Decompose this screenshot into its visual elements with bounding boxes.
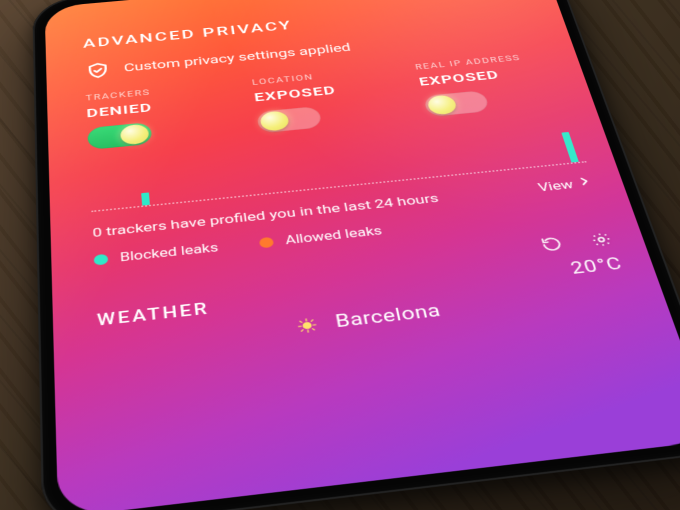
legend-dot-orange [259, 236, 274, 248]
toggle-trackers-label: TRACKERS [85, 81, 225, 103]
toggle-location-value: EXPOSED [253, 77, 394, 104]
privacy-card-title: ADVANCED PRIVACY [83, 0, 534, 51]
chart-bar [562, 132, 579, 163]
view-link[interactable]: View [536, 174, 596, 195]
shield-check-icon [84, 60, 112, 80]
legend-item-allowed: Allowed leaks [259, 224, 383, 250]
toggle-knob [426, 94, 458, 115]
view-link-label: View [536, 177, 575, 194]
toggle-location-label: LOCATION [251, 66, 389, 87]
weather-city: Barcelona [334, 301, 443, 332]
privacy-subtitle-row: Custom privacy settings applied [84, 21, 544, 80]
weather-temp: 20°C [568, 254, 624, 278]
toggle-location[interactable] [257, 106, 323, 133]
chart-baseline [91, 161, 586, 212]
legend-dot-teal [94, 253, 109, 265]
toggle-knob [120, 124, 150, 146]
widget-settings-gear-icon[interactable] [587, 230, 616, 250]
toggle-knob [260, 110, 291, 132]
toggle-realip[interactable] [423, 90, 490, 117]
phone-frame: ADVANCED PRIVACY Custom privacy settings… [32, 0, 680, 510]
trackers-chart [89, 120, 588, 218]
toggle-trackers-col: TRACKERS DENIED [85, 81, 232, 150]
toggle-realip-value: EXPOSED [417, 62, 556, 88]
statusbar [81, 0, 528, 34]
legend-allowed-label: Allowed leaks [284, 224, 383, 248]
privacy-subtitle: Custom privacy settings applied [123, 41, 351, 74]
sun-icon [295, 317, 318, 335]
phone-bezel: ADVANCED PRIVACY Custom privacy settings… [45, 0, 680, 510]
legend-item-blocked: Blocked leaks [94, 240, 219, 267]
privacy-toggle-row: TRACKERS DENIED LOCATION EXPOSED REAL IP… [85, 51, 566, 150]
toggle-trackers[interactable] [87, 122, 152, 150]
reload-icon[interactable] [539, 235, 568, 255]
home-screen: ADVANCED PRIVACY Custom privacy settings… [45, 0, 680, 510]
toggle-trackers-value: DENIED [86, 93, 228, 121]
legend-blocked-label: Blocked leaks [120, 240, 219, 264]
chart-bar [141, 192, 150, 205]
trackers-stat-text: 0 trackers have profiled you in the last… [92, 191, 440, 240]
toggle-realip-label: REAL IP ADDRESS [414, 51, 551, 72]
weather-title: WEATHER [96, 299, 210, 330]
chevron-right-icon [574, 174, 596, 191]
trackers-stat-row: 0 trackers have profiled you in the last… [92, 174, 596, 241]
toggle-location-col: LOCATION EXPOSED [251, 66, 400, 134]
toggle-realip-col: REAL IP ADDRESS EXPOSED [414, 51, 566, 117]
